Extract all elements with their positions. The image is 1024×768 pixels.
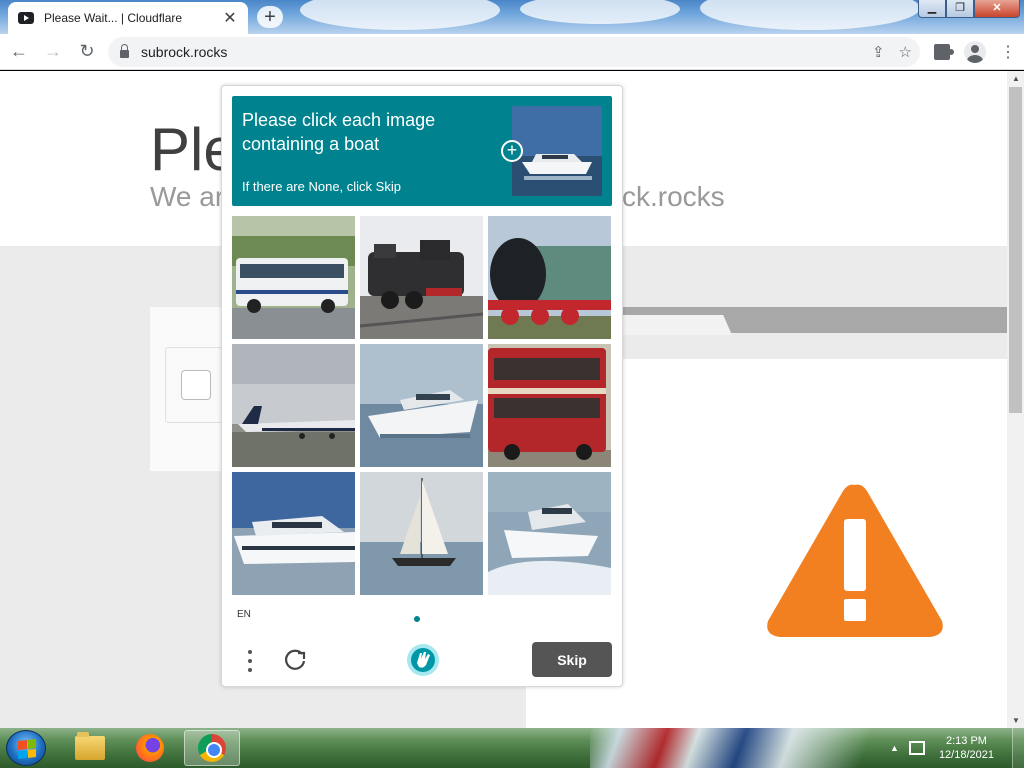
share-icon[interactable]: ⇪ (872, 43, 885, 61)
windows-logo-icon (18, 739, 36, 759)
windows-taskbar: ▲ 2:13 PM 12/18/2021 (0, 728, 1024, 768)
minimize-button[interactable]: ▁ (918, 0, 946, 18)
profile-avatar[interactable] (964, 41, 986, 63)
prompt-text: Please click each image containing a boa… (242, 110, 436, 154)
grid-image-steam-train-2[interactable] (488, 216, 611, 339)
new-tab-button[interactable]: + (257, 6, 283, 28)
reload-button[interactable]: ↻ (72, 37, 102, 67)
skip-button[interactable]: Skip (532, 642, 612, 677)
scroll-down-icon[interactable]: ▼ (1012, 716, 1020, 725)
hcaptcha-challenge: Please click each image containing a boa… (221, 85, 623, 687)
page-indicator (414, 616, 420, 622)
toolbar-right: ⋮ (934, 37, 1016, 67)
lock-icon[interactable] (120, 44, 129, 58)
grid-image-boat-1[interactable] (360, 344, 483, 467)
warning-icon (767, 484, 943, 637)
page-subtitle: We ar (150, 181, 225, 212)
grid-image-airplane[interactable] (232, 344, 355, 467)
prompt-skip-hint: If there are None, click Skip (242, 179, 401, 194)
tab-title: Please Wait... | Cloudflare (44, 11, 183, 25)
language-selector[interactable]: EN (237, 609, 251, 620)
clock[interactable]: 2:13 PM 12/18/2021 (939, 734, 994, 762)
firefox-icon (136, 734, 164, 762)
page-scrollbar[interactable]: ▲ ▼ (1007, 71, 1024, 728)
maximize-button[interactable]: ❐ (946, 0, 974, 18)
start-button[interactable] (6, 730, 46, 766)
scrollbar-thumb[interactable] (1009, 87, 1022, 413)
page-subtitle-domain: ck.rocks (622, 181, 725, 212)
window-controls: ▁ ❐ ✕ (918, 0, 1020, 18)
extensions-icon[interactable] (934, 44, 954, 60)
tab-close-icon[interactable]: ✕ (222, 8, 238, 28)
grid-image-boat-3[interactable] (488, 472, 611, 595)
menu-dots-icon[interactable] (244, 647, 256, 675)
network-icon[interactable] (908, 741, 925, 755)
taskbar-firefox[interactable] (122, 730, 178, 766)
clock-date: 12/18/2021 (938, 749, 994, 761)
chrome-menu-icon[interactable]: ⋮ (1000, 42, 1016, 62)
taskbar-wallpaper (590, 728, 890, 768)
bookmark-star-icon[interactable]: ☆ (899, 43, 912, 61)
back-button[interactable]: ← (4, 37, 34, 67)
browser-tab[interactable]: Please Wait... | Cloudflare ✕ (8, 2, 248, 34)
browser-toolbar: ← → ↻ subrock.rocks ⇪ ☆ ⋮ (0, 34, 1024, 70)
grid-image-boat-2[interactable] (232, 472, 355, 595)
refresh-challenge-icon[interactable] (282, 647, 308, 673)
challenge-footer: Skip (222, 639, 622, 687)
taskbar-explorer[interactable] (62, 730, 118, 766)
folder-icon (75, 732, 105, 760)
forward-button[interactable]: → (38, 37, 68, 67)
grid-image-steam-train-1[interactable] (360, 216, 483, 339)
show-desktop-button[interactable] (1012, 728, 1024, 768)
omnibox-actions: ⇪ ☆ (872, 37, 912, 67)
example-image[interactable] (512, 106, 602, 196)
youtube-favicon-icon (18, 12, 34, 24)
url-text[interactable]: subrock.rocks (141, 44, 227, 60)
hcaptcha-logo-icon[interactable] (406, 643, 440, 677)
chrome-icon (198, 734, 226, 762)
tab-strip: Please Wait... | Cloudflare ✕ + ▁ ❐ ✕ (0, 0, 1024, 34)
taskbar-chrome[interactable] (184, 730, 240, 766)
screen: Please Wait... | Cloudflare ✕ + ▁ ❐ ✕ ← … (0, 0, 1024, 768)
clock-time: 2:13 PM (945, 735, 987, 747)
grid-image-bus[interactable] (232, 216, 355, 339)
stripe-accent (622, 315, 732, 335)
image-grid (232, 216, 612, 595)
challenge-prompt: Please click each image containing a boa… (232, 96, 612, 206)
close-window-button[interactable]: ✕ (974, 0, 1020, 18)
system-tray: ▲ 2:13 PM 12/18/2021 (890, 728, 1024, 768)
grid-image-double-decker-bus[interactable] (488, 344, 611, 467)
grid-image-sailboat[interactable] (360, 472, 483, 595)
show-hidden-icons[interactable]: ▲ (890, 743, 899, 753)
expand-example-icon[interactable]: + (501, 140, 523, 162)
scroll-up-icon[interactable]: ▲ (1012, 74, 1020, 83)
address-bar[interactable]: subrock.rocks ⇪ ☆ (108, 37, 920, 67)
